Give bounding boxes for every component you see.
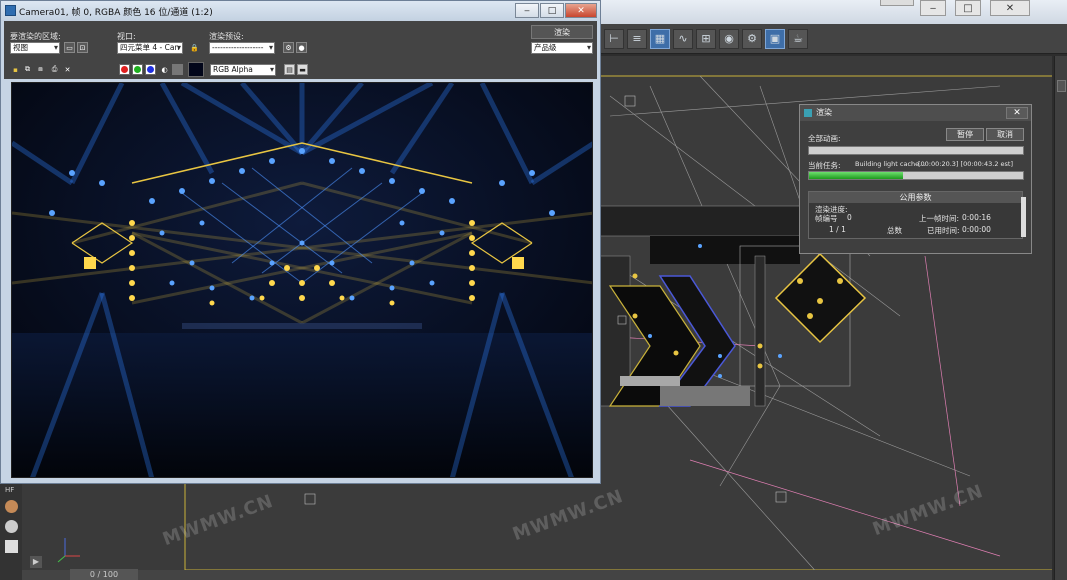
render-teapot-icon[interactable]: ☕	[788, 28, 808, 49]
preset-dropdown[interactable]: -------------------	[209, 42, 275, 54]
elapsed-time-label: 已用时间:	[927, 226, 960, 235]
current-task-label: 当前任务:	[808, 161, 841, 170]
progress-dialog-titlebar[interactable]: 渲染	[800, 105, 1031, 121]
render-window-titlebar[interactable]: Camera01, 帧 0, RGBA 颜色 16 位/通道 (1:2)	[1, 1, 600, 21]
maximize-button[interactable]: □	[540, 3, 564, 18]
toggle-overlay-icon[interactable]: ▬	[297, 64, 308, 75]
color-swatch[interactable]	[188, 62, 204, 77]
blue-channel-icon[interactable]	[145, 64, 156, 75]
render-button[interactable]: 渲染	[531, 25, 593, 39]
curve-editor-icon[interactable]: ∿	[673, 28, 693, 49]
left-toolbar-strip: HF ▶	[0, 484, 42, 580]
frame-progress-value: 1 / 1	[829, 225, 846, 234]
render-icon	[804, 109, 812, 117]
progress-close-button[interactable]: ✕	[1006, 107, 1028, 119]
play-icon[interactable]: ▶	[30, 556, 42, 568]
command-panel-strip	[1054, 56, 1067, 580]
viewport-label: 视口:	[117, 32, 136, 41]
toggle-ui-icon[interactable]: ▤	[284, 64, 295, 75]
clone-icon[interactable]: ⧈	[35, 64, 46, 75]
time-slider[interactable]	[22, 570, 1052, 580]
rendered-frame-window: Camera01, 帧 0, RGBA 颜色 16 位/通道 (1:2) ‒ □…	[0, 0, 601, 484]
edit-region-icon[interactable]: ▭	[64, 42, 75, 53]
clear-icon[interactable]: ✕	[62, 64, 73, 75]
dialog-scrollbar[interactable]	[1021, 197, 1026, 237]
viewport-dropdown[interactable]: 四元菜单 4 - Can	[117, 42, 183, 54]
minimize-button[interactable]: ‒	[515, 3, 539, 18]
current-task-time: [00:00:20.3] [00:00:43.2 est]	[918, 160, 1013, 168]
current-task-progress-fill	[809, 172, 904, 179]
schematic-icon[interactable]: ⊞	[696, 28, 716, 49]
common-params-group: 公用参数 渲染进度: 帧编号 0 1 / 1 总数 上一帧时间: 0:00:16…	[808, 191, 1023, 239]
last-frame-time-label: 上一帧时间:	[919, 214, 960, 223]
layer-icon[interactable]: ≡	[627, 28, 647, 49]
common-params-header[interactable]: 公用参数	[809, 192, 1022, 203]
axis-gizmo	[57, 538, 80, 563]
align-icon[interactable]: ⊢	[604, 28, 624, 49]
render-window-title: Camera01, 帧 0, RGBA 颜色 16 位/通道 (1:2)	[19, 7, 213, 18]
max-minimize-button-2[interactable]: ‒	[920, 0, 946, 16]
lock-icon[interactable]: 🔒	[189, 42, 200, 53]
total-label: 总数	[887, 226, 902, 235]
max-main-toolbar: ⊢ ≡ ▦ ∿ ⊞ ◉ ⚙ ▣ ☕	[600, 24, 1067, 54]
max-sys-button-1[interactable]	[880, 0, 914, 6]
render-setup-icon[interactable]: ⚙	[742, 28, 762, 49]
stage-render-image	[12, 83, 592, 477]
cancel-button[interactable]: 取消	[986, 128, 1024, 141]
environment-icon[interactable]: ●	[296, 42, 307, 53]
channel-dropdown[interactable]: RGB Alpha	[210, 64, 276, 76]
save-icon[interactable]: ▪	[10, 64, 21, 75]
frame-counter: 0 / 100	[70, 569, 138, 580]
character-icon[interactable]	[5, 500, 18, 513]
app-root: ‒ □ ✕ ⊢ ≡ ▦ ∿ ⊞ ◉ ⚙ ▣ ☕ HF ▶ 0 / 100 MWM…	[0, 0, 1067, 580]
material-editor-icon[interactable]: ◉	[719, 28, 739, 49]
stage-floor	[182, 323, 422, 329]
current-task-text: Building light cache...	[855, 160, 926, 168]
last-frame-time-value: 0:00:16	[962, 213, 991, 222]
render-controls-panel: 要渲染的区域: 视图 ▭ ⊡ 视口: 四元菜单 4 - Can 🔒 渲染预设: …	[4, 21, 597, 79]
mono-icon[interactable]	[172, 64, 183, 75]
max-close-button[interactable]: ✕	[990, 0, 1030, 16]
current-task-progress-bar	[808, 171, 1024, 180]
panel-button[interactable]	[1057, 80, 1066, 92]
grid-icon[interactable]	[5, 540, 18, 553]
auto-region-icon[interactable]: ⊡	[77, 42, 88, 53]
area-dropdown[interactable]: 视图	[10, 42, 60, 54]
graphite-icon[interactable]: ▦	[650, 28, 670, 49]
max-maximize-button[interactable]: □	[955, 0, 981, 16]
frame-number-label: 帧编号	[815, 214, 838, 223]
all-animation-label: 全部动画:	[808, 134, 841, 143]
print-icon[interactable]: ⎙	[49, 64, 60, 75]
rendered-image[interactable]	[11, 82, 593, 478]
close-button[interactable]: ✕	[565, 3, 597, 18]
preset-label: 渲染预设:	[209, 32, 244, 41]
alpha-channel-icon[interactable]: ◐	[159, 64, 170, 75]
hf-icon[interactable]: HF	[5, 486, 18, 496]
app-icon	[5, 5, 16, 16]
frame-number-value: 0	[847, 213, 852, 222]
elapsed-time-value: 0:00:00	[962, 225, 991, 234]
rendered-frame-icon[interactable]: ▣	[765, 28, 785, 49]
sphere-icon[interactable]	[5, 520, 18, 533]
green-channel-icon[interactable]	[132, 64, 143, 75]
copy-icon[interactable]: ⧉	[22, 64, 33, 75]
pause-button[interactable]: 暂停	[946, 128, 984, 141]
progress-dialog-title: 渲染	[816, 108, 832, 117]
quality-dropdown[interactable]: 产品级	[531, 42, 593, 54]
all-animation-progress-bar	[808, 146, 1024, 155]
red-channel-icon[interactable]	[119, 64, 130, 75]
render-setup-icon[interactable]: ⚙	[283, 42, 294, 53]
rendering-progress-dialog: 渲染 ✕ 全部动画: 暂停 取消 当前任务: Building light ca…	[799, 104, 1032, 254]
area-label: 要渲染的区域:	[10, 32, 61, 41]
